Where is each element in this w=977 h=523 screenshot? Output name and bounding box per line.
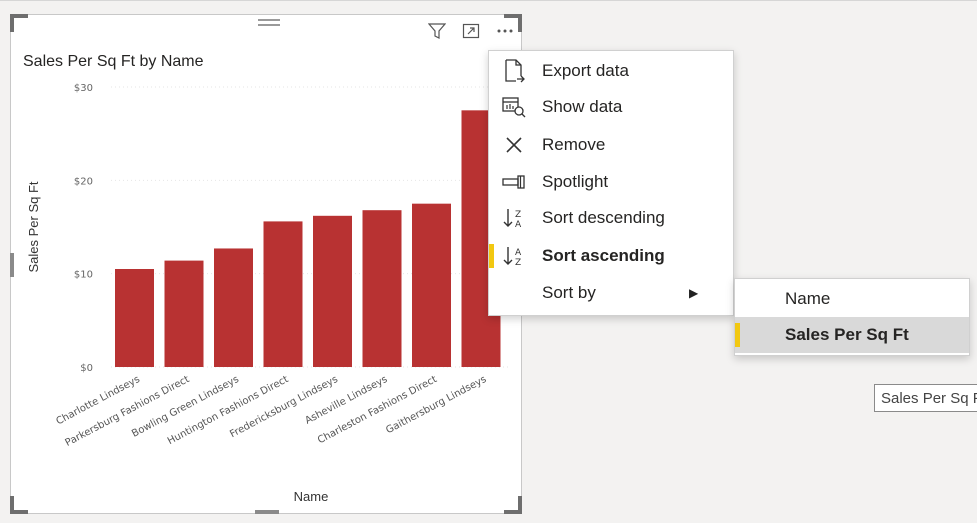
y-tick-label: $20 [74,176,93,187]
menu-item-label: Sort ascending [542,246,665,265]
submenu-arrow-icon: ▶ [689,286,699,300]
menu-item-show-data[interactable]: Show data [489,89,733,125]
bar-chart-visual[interactable]: Sales Per Sq Ft by Name $0 $10 $20 $30 Sales… [10,14,522,514]
menu-item-label: Show data [542,97,623,116]
svg-text:Z: Z [515,210,521,220]
menu-item-export-data[interactable]: Export data [489,53,733,89]
menu-item-sort-descending[interactable]: ZA Sort descending [489,200,733,236]
submenu-item-name[interactable]: Name [735,281,969,317]
menu-item-remove[interactable]: Remove [489,127,733,163]
menu-item-sort-by[interactable]: Sort by ▶ [489,275,733,311]
menu-item-label: Spotlight [542,172,609,191]
tooltip: Sales Per Sq Ft [874,384,977,412]
bar [115,269,154,367]
menu-item-spotlight[interactable]: Spotlight [489,164,733,200]
sort-by-submenu: Name Sales Per Sq Ft [734,278,970,356]
export-data-icon [501,58,527,84]
chart-area: $0 $10 $20 $30 Sales Per Sq Ft Charlotte Lind… [26,83,511,504]
bar [313,215,352,367]
svg-text:A: A [515,248,522,258]
svg-text:Z: Z [515,258,521,268]
submenu-item-label: Sales Per Sq Ft [785,325,909,344]
bar [214,248,253,367]
x-tick-label: Charlotte Lindseys [54,374,141,427]
submenu-item-sales-per-sq-ft[interactable]: Sales Per Sq Ft [735,317,969,353]
bar [412,203,451,367]
svg-text:A: A [515,220,522,230]
show-data-icon [501,94,527,120]
menu-item-sort-ascending[interactable]: AZ Sort ascending [489,238,733,274]
y-tick-label: $0 [80,363,93,374]
submenu-item-label: Name [785,289,831,308]
bar [164,260,204,367]
sort-descending-icon: ZA [501,205,527,231]
selected-indicator [489,244,494,268]
y-tick-label: $30 [74,83,93,94]
spotlight-icon [501,169,527,195]
bar [362,210,402,367]
menu-item-label: Export data [542,61,629,80]
y-tick-label: $10 [74,270,93,281]
menu-item-label: Remove [542,135,606,154]
close-icon [501,132,527,158]
menu-item-label: Sort by [542,283,596,302]
bar [263,221,303,367]
y-axis-title: Sales Per Sq Ft [26,181,41,272]
menu-item-label: Sort descending [542,208,665,227]
x-tick-label: Asheville Lindseys [303,374,389,427]
selected-indicator [735,323,740,347]
x-axis-title: Name [294,489,329,504]
canvas-top-border [0,0,977,1]
sort-ascending-icon: AZ [501,243,527,269]
context-menu: Export data Show data Remove Spotlight Z… [488,50,734,316]
